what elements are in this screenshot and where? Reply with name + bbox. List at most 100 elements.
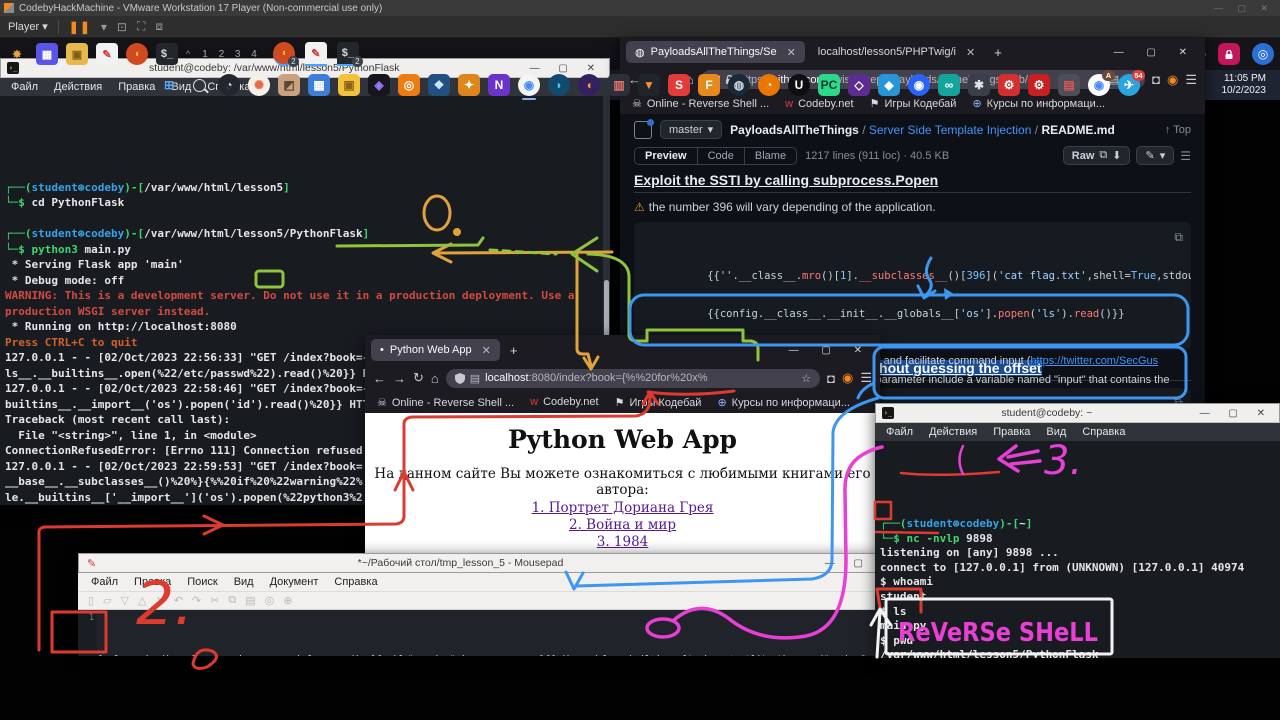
windows-taskbar-icon[interactable]: ◖ (578, 74, 600, 96)
windows-taskbar-icon[interactable]: S (668, 74, 690, 96)
new-tab-button[interactable]: + (504, 343, 524, 358)
toolbar-icon[interactable]: ▯ (88, 594, 94, 607)
menu-icon[interactable]: ☰ (860, 370, 872, 386)
windows-taskbar-icon[interactable]: ▦ (308, 74, 330, 96)
windows-taskbar-icon[interactable]: ✈ 54 (1118, 74, 1140, 96)
bookmark-item[interactable]: ☠Online - Reverse Shell ... (632, 97, 769, 110)
webapp-window-controls[interactable]: — ▢ ✕ (789, 345, 874, 356)
toolbar-icon[interactable]: ◎ (265, 594, 275, 607)
forward-icon[interactable]: → (393, 371, 406, 386)
windows-clock[interactable]: 11:05 PM 10/2/2023 (1222, 73, 1267, 97)
windows-taskbar-icon[interactable]: U (788, 74, 810, 96)
windows-taskbar-icon[interactable]: ◗ (548, 74, 570, 96)
running-app-icon[interactable]: ✎ (305, 42, 327, 66)
windows-taskbar-icon[interactable]: PC (818, 74, 840, 96)
lock-button[interactable] (1218, 43, 1240, 65)
toolbar-icon[interactable]: ▽ (121, 594, 129, 607)
windows-taskbar-icon[interactable]: F (698, 74, 720, 96)
copy-icon[interactable]: ⧉ (1174, 394, 1183, 403)
taskbar-app-icon[interactable]: $_ (156, 43, 178, 65)
toolbar-icon[interactable]: ⧉ (228, 594, 236, 607)
windows-taskbar-icon[interactable]: ∞ (938, 74, 960, 96)
taskbar-app-icon[interactable]: ▣ (66, 43, 88, 65)
tab-localhost-phptwig[interactable]: localhost/lesson5/PHPTwig/i ✕ (809, 41, 984, 63)
tab-close-icon[interactable]: ✕ (482, 344, 491, 357)
reload-icon[interactable]: ↻ (413, 370, 424, 386)
github-window-controls[interactable]: — ▢ ✕ (1114, 47, 1199, 58)
windows-taskbar-icon[interactable]: ✺ (248, 74, 270, 96)
toolbar-icon[interactable]: ✕ (155, 594, 164, 607)
terminal-nc-window-controls[interactable]: — ▢ ✕ (1200, 408, 1273, 419)
book-link[interactable]: 1. Портрет Дориана Грея (365, 500, 880, 516)
windows-taskbar-icon[interactable]: ◇ (848, 74, 870, 96)
account-icon[interactable]: ◉ (842, 370, 853, 386)
bookmark-star-icon[interactable]: ☆ (801, 372, 811, 385)
menu-item[interactable]: Правка (111, 81, 162, 93)
top-link[interactable]: ↑ Top (1165, 124, 1191, 136)
webapp-url-bar[interactable]: ▤ localhost:8080/index?book={%%20for%20x… (446, 369, 820, 388)
toolbar-icon[interactable]: ✂ (210, 594, 219, 607)
pocket-icon[interactable]: ◘ (1152, 72, 1160, 87)
menu-item[interactable]: Правка (127, 576, 178, 588)
running-app-icon[interactable]: $_ 2 (337, 42, 359, 66)
bookmark-item[interactable]: ⊕Курсы по информаци... (717, 396, 850, 409)
windows-taskbar-icon[interactable]: ◔ (758, 74, 780, 96)
bookmark-item[interactable]: wCodeby.net (785, 98, 853, 110)
menu-item[interactable]: Документ (263, 576, 326, 588)
menu-item[interactable]: Поиск (180, 576, 224, 588)
tab-close-icon[interactable]: ✕ (787, 46, 796, 59)
book-link[interactable]: 3. 1984 (365, 534, 880, 550)
account-icon[interactable]: ◉ (1167, 72, 1178, 88)
taskbar-app-icon[interactable]: ✸ (6, 43, 28, 65)
breadcrumb-repo[interactable]: PayloadsAllTheThings (730, 123, 859, 137)
toolbar-icon[interactable]: ↷ (192, 594, 201, 607)
windows-taskbar-icon[interactable]: ▤ (1058, 74, 1080, 96)
bookmark-item[interactable]: ☠Online - Reverse Shell ... (377, 396, 514, 409)
windows-taskbar-icon[interactable]: ◉ (908, 74, 930, 96)
menu-item[interactable]: Файл (4, 81, 45, 93)
copy-icon[interactable]: ⧉ (1174, 228, 1183, 247)
view-switcher[interactable]: PreviewCodeBlame (634, 147, 797, 165)
windows-taskbar-icon[interactable] (188, 74, 210, 96)
pause-dropdown-icon[interactable]: ▾ (101, 20, 107, 34)
windows-taskbar-icon[interactable]: ◩ (278, 74, 300, 96)
windows-taskbar-icon[interactable]: ◆ (878, 74, 900, 96)
windows-taskbar-icon[interactable]: N (488, 74, 510, 96)
menu-item[interactable]: Справка (1075, 426, 1132, 438)
mousepad-window-controls[interactable]: — ▢ (825, 558, 871, 569)
session-button[interactable]: ◎ (1252, 43, 1274, 65)
windows-taskbar-icon[interactable]: ⊞ (158, 74, 180, 96)
branch-selector[interactable]: master ▾ (660, 120, 722, 139)
menu-item[interactable]: Действия (47, 81, 109, 93)
mousepad-titlebar[interactable]: ✎ *~/Рабочий стол/tmp_lesson_5 - Mousepa… (78, 553, 880, 573)
taskbar-app-icon[interactable]: ◖ (126, 43, 148, 65)
tab-payloadsallthethings[interactable]: ◍ PayloadsAllTheThings/Se ✕ (626, 41, 805, 63)
bookmark-item[interactable]: ⚑Игры Кодебай (615, 396, 702, 409)
toolbar-icon[interactable]: ▱ (103, 594, 111, 607)
windows-taskbar-icon[interactable]: ▼ (638, 74, 660, 96)
toolbar-icon[interactable]: △ (138, 594, 146, 607)
windows-taskbar-icon[interactable]: ⚙ (998, 74, 1020, 96)
bookmark-item[interactable]: ⚑Игры Кодебай (870, 97, 957, 110)
toolbar-icon[interactable]: ↶ (174, 594, 183, 607)
twitter-link[interactable]: https://twitter.com/SecGus (1030, 355, 1158, 367)
pocket-icon[interactable]: ◘ (827, 371, 835, 386)
menu-item[interactable]: Вид (227, 576, 261, 588)
windows-taskbar-icon[interactable]: ❖ (428, 74, 450, 96)
windows-taskbar-icon[interactable]: ✱ (968, 74, 990, 96)
edit-button[interactable]: ✎ ▾ (1136, 146, 1174, 165)
menu-item[interactable]: Действия (922, 426, 984, 438)
bookmark-item[interactable]: wCodeby.net (530, 396, 598, 408)
terminal-nc-titlebar[interactable]: ›_ student@codeby: ~ — ▢ ✕ (875, 403, 1280, 423)
taskbar-app-icon[interactable]: ▦ (36, 43, 58, 65)
toolbar-icon[interactable]: ⊕ (283, 594, 292, 607)
terminal-flask-window-controls[interactable]: — ▢ ✕ (530, 63, 603, 74)
outline-icon[interactable]: ☰ (1180, 149, 1191, 163)
new-tab-button[interactable]: + (988, 45, 1008, 60)
menu-item[interactable]: Правка (986, 426, 1037, 438)
menu-item[interactable]: Файл (879, 426, 920, 438)
tab-close-icon[interactable]: ✕ (966, 46, 975, 59)
windows-taskbar-icon[interactable]: ◎ (398, 74, 420, 96)
windows-taskbar-icon[interactable]: ◉ A (1088, 74, 1110, 96)
taskbar-app-icon[interactable]: ✎ (96, 43, 118, 65)
